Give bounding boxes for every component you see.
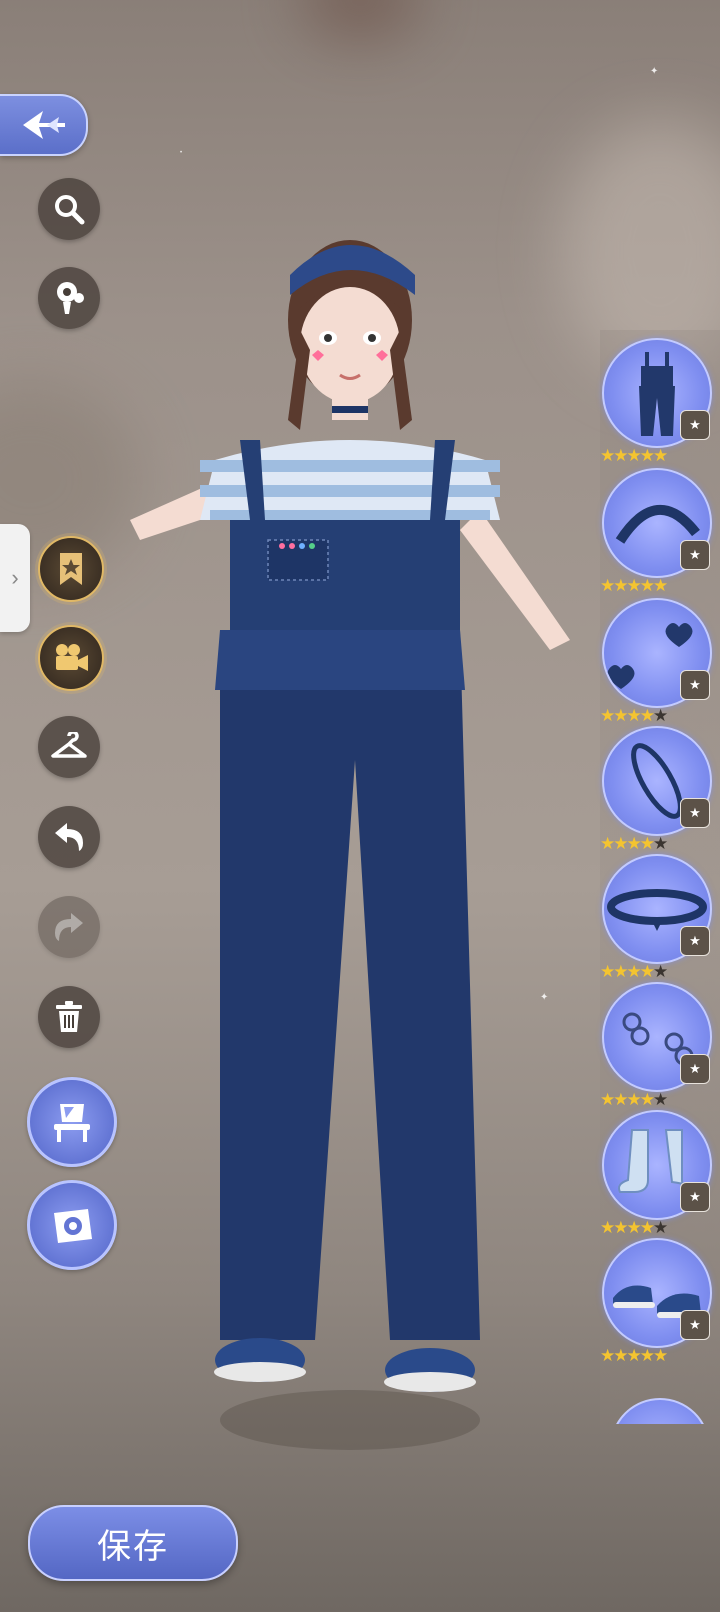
search-button[interactable] (38, 178, 100, 240)
back-button[interactable] (0, 94, 88, 156)
outfit-item-denim-overalls[interactable]: ★ ★★★★★ (600, 336, 714, 466)
flower-mannequin-icon (57, 282, 84, 314)
star-badge-icon: ★ (680, 798, 710, 828)
wardrobe-button[interactable] (38, 716, 100, 778)
redo-button[interactable] (38, 896, 100, 958)
rating-stars: ★★★★★ (600, 446, 668, 465)
star-badge-icon: ★ (680, 1054, 710, 1084)
save-label: 保存 (97, 1527, 169, 1566)
vanity-mirror-icon (54, 1104, 90, 1142)
star-badge-icon: ★ (680, 1182, 710, 1212)
rating-stars: ★★★★★ (600, 706, 668, 725)
chevron-right-icon: › (11, 565, 19, 590)
star-badge-icon: ★ (680, 670, 710, 700)
star-badge-icon: ★ (680, 540, 710, 570)
rating-stars: ★★★★★ (600, 962, 668, 981)
rating-stars: ★★★★★ (600, 576, 668, 595)
outfit-item-next-partial[interactable] (610, 1398, 706, 1424)
back-arrow-icon (23, 111, 65, 139)
outfit-item-chain[interactable]: ★ ★★★★★ (600, 980, 714, 1110)
star-badge-icon: ★ (680, 926, 710, 956)
overalls-icon (639, 352, 675, 436)
outfit-item-choker[interactable]: ★ ★★★★★ (600, 852, 714, 982)
camera-video-icon (56, 644, 88, 671)
star-badge-icon: ★ (680, 410, 710, 440)
outfit-item-headband[interactable]: ★ ★★★★★ (600, 466, 714, 596)
character-model[interactable] (100, 220, 600, 1480)
undo-button[interactable] (38, 806, 100, 868)
outfit-item-socks[interactable]: ★ ★★★★★ (600, 1108, 714, 1238)
hanger-icon (51, 732, 87, 758)
outfit-item-heart-earrings[interactable]: ★ ★★★★★ (600, 596, 714, 726)
bookmark-star-icon (60, 553, 82, 585)
delete-button[interactable] (38, 986, 100, 1048)
rating-stars: ★★★★★ (600, 1090, 668, 1109)
filter-button[interactable] (38, 267, 100, 329)
outfit-item-sneakers[interactable]: ★ ★★★★★ (600, 1236, 714, 1366)
trash-icon (56, 1001, 82, 1032)
favorites-button[interactable] (38, 536, 104, 602)
search-icon (55, 195, 85, 225)
record-button[interactable] (38, 625, 104, 691)
side-panel-toggle[interactable]: › (0, 524, 30, 632)
rating-stars: ★★★★★ (600, 834, 668, 853)
rating-stars: ★★★★★ (600, 1346, 668, 1365)
camera-icon (54, 1209, 92, 1243)
undo-icon (55, 823, 83, 851)
star-badge-icon: ★ (680, 1310, 710, 1340)
save-button[interactable]: 保存 (28, 1505, 238, 1581)
outfit-item-bracelet[interactable]: ★ ★★★★★ (600, 724, 714, 854)
rating-stars: ★★★★★ (600, 1218, 668, 1237)
redo-icon (55, 913, 83, 941)
